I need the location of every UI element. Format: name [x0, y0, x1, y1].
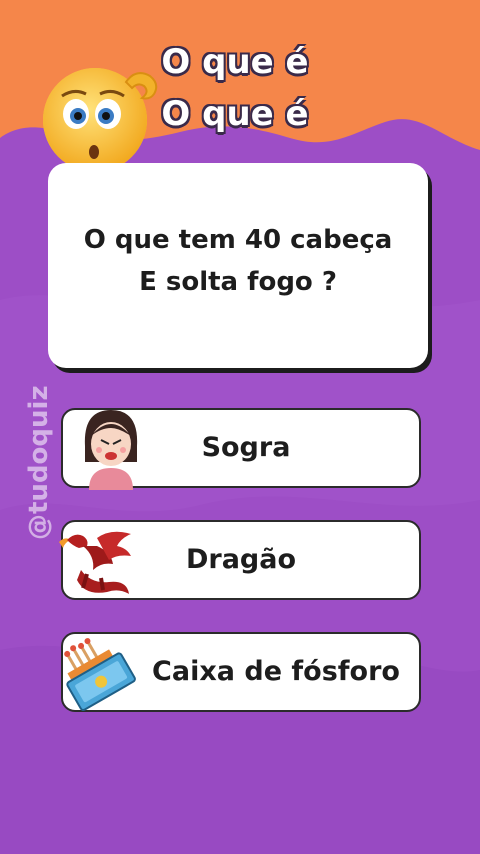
confused-emoji-icon [43, 68, 158, 172]
answer-label-2: Dragão [185, 544, 297, 575]
question-card: O que tem 40 cabeça E solta fogo ? [48, 163, 428, 368]
answer-label-1: Sogra [201, 432, 291, 463]
answer-label-3: Caixa de fósforo [152, 656, 400, 687]
question-text: O que tem 40 cabeça E solta fogo ? [48, 219, 428, 303]
answer-option-1[interactable]: Sogra [61, 408, 421, 490]
question-line-1: O que tem 40 cabeça [83, 225, 393, 255]
title-line-2: O que é [161, 94, 309, 134]
answer-option-3[interactable]: Caixa de fósforo [61, 632, 421, 712]
answer-option-2[interactable]: Dragão [59, 520, 421, 600]
title-line-1: O que é [161, 42, 309, 82]
question-line-2: E solta fogo ? [139, 267, 337, 297]
watermark: @tudoquiz [24, 385, 54, 540]
